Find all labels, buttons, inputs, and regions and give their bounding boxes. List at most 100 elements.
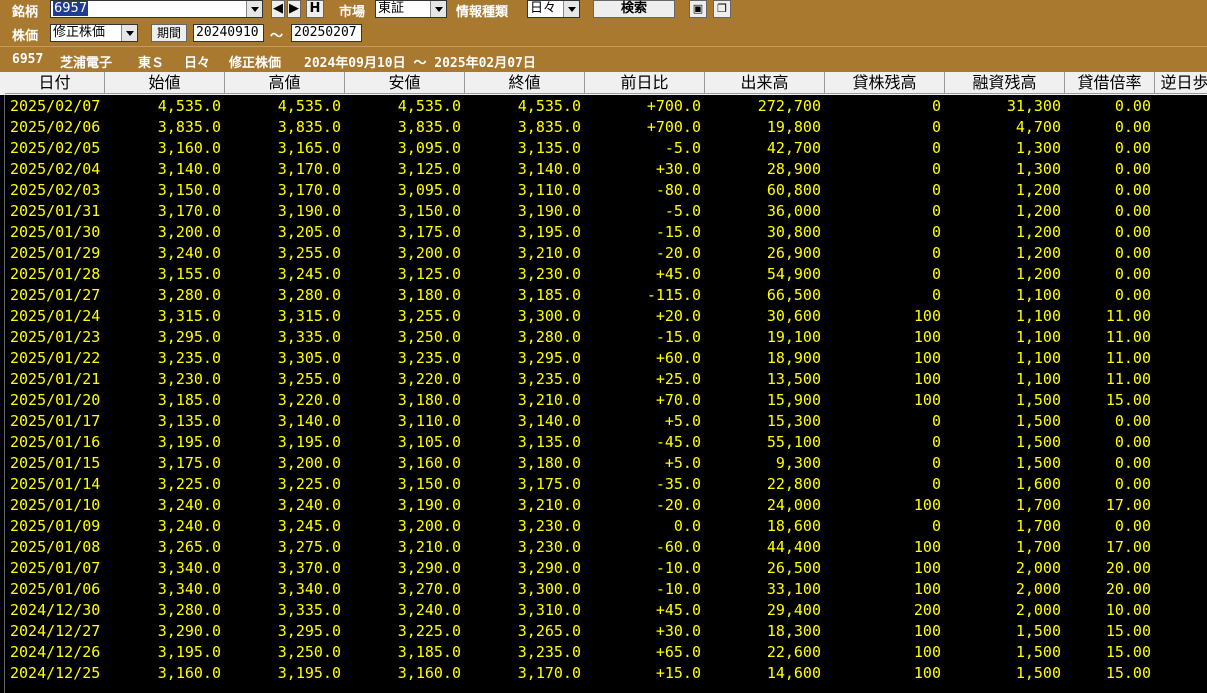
table-row[interactable]: 2025/01/09 3,240.0 3,245.0 3,200.0 3,230.0 0.… (0, 516, 1207, 537)
table-row[interactable]: 2025/02/06 3,835.0 3,835.0 3,835.0 3,835.0 +7… (0, 117, 1207, 138)
column-header-reverse-daily[interactable]: 逆日歩 (1155, 72, 1207, 94)
cell-open: 3,135.0 (157, 412, 221, 430)
cell-open: 3,290.0 (157, 622, 221, 640)
info-type-select[interactable]: 日々 (527, 0, 580, 18)
table-row[interactable]: 2025/02/03 3,150.0 3,170.0 3,095.0 3,110.0 -8… (0, 180, 1207, 201)
cell-open: 3,240.0 (157, 496, 221, 514)
chevron-down-icon[interactable] (430, 1, 446, 17)
cell-volume: 36,000 (766, 202, 821, 220)
table-row[interactable]: 2024/12/30 3,280.0 3,335.0 3,240.0 3,310.0 +4… (0, 600, 1207, 621)
cell-open: 3,155.0 (157, 265, 221, 283)
table-row[interactable]: 2025/01/16 3,195.0 3,195.0 3,105.0 3,135.0 -4… (0, 432, 1207, 453)
search-button[interactable]: 検索 (593, 0, 675, 18)
table-row[interactable]: 2025/01/07 3,340.0 3,370.0 3,290.0 3,290.0 -1… (0, 558, 1207, 579)
cell-lending-ratio: 15.00 (1105, 664, 1151, 682)
cell-lending-ratio: 11.00 (1105, 349, 1151, 367)
table-row[interactable]: 2024/12/26 3,195.0 3,250.0 3,185.0 3,235.0 +6… (0, 642, 1207, 663)
column-header-open[interactable]: 始値 (105, 72, 225, 94)
table-row[interactable]: 2025/01/31 3,170.0 3,190.0 3,150.0 3,190.0 -5… (0, 201, 1207, 222)
cell-date: 2025/01/07 (10, 559, 101, 577)
chevron-down-icon[interactable] (121, 25, 137, 41)
column-header-margin-balance[interactable]: 融資残高 (945, 72, 1065, 94)
column-header-lending-balance[interactable]: 貸株残高 (825, 72, 945, 94)
copy-button[interactable]: ❐ (713, 0, 731, 18)
column-header-date[interactable]: 日付 (5, 72, 105, 94)
table-row[interactable]: 2025/01/21 3,230.0 3,255.0 3,220.0 3,235.0 +2… (0, 369, 1207, 390)
cell-high: 3,370.0 (277, 559, 341, 577)
cell-volume: 30,800 (766, 223, 821, 241)
cell-close: 3,210.0 (517, 391, 581, 409)
cell-lending-balance: 100 (913, 643, 941, 661)
cell-high: 3,245.0 (277, 517, 341, 535)
table-row[interactable]: 2025/01/30 3,200.0 3,205.0 3,175.0 3,195.0 -1… (0, 222, 1207, 243)
table-row[interactable]: 2025/02/04 3,140.0 3,170.0 3,125.0 3,140.0 +3… (0, 159, 1207, 180)
cell-change: +65.0 (655, 643, 701, 661)
cell-volume: 18,900 (766, 349, 821, 367)
price-type-value: 修正株価 (53, 25, 106, 40)
column-header-lending-ratio[interactable]: 貸借倍率 (1065, 72, 1155, 94)
cell-lending-ratio: 15.00 (1105, 391, 1151, 409)
table-row[interactable]: 2025/01/27 3,280.0 3,280.0 3,180.0 3,185.0 -1… (0, 285, 1207, 306)
table-row[interactable]: 2025/02/05 3,160.0 3,165.0 3,095.0 3,135.0 -5… (0, 138, 1207, 159)
cell-low: 3,240.0 (397, 601, 461, 619)
column-header-close[interactable]: 終値 (465, 72, 585, 94)
price-type-select[interactable]: 修正株価 (50, 24, 138, 42)
cell-lending-balance: 0 (931, 223, 941, 241)
cell-lending-ratio: 17.00 (1105, 496, 1151, 514)
table-row[interactable]: 2024/12/25 3,160.0 3,195.0 3,160.0 3,170.0 +1… (0, 663, 1207, 684)
cell-open: 3,280.0 (157, 601, 221, 619)
chevron-down-icon[interactable] (246, 1, 262, 17)
cell-low: 3,175.0 (397, 223, 461, 241)
table-row[interactable]: 2025/01/10 3,240.0 3,240.0 3,190.0 3,210.0 -2… (0, 495, 1207, 516)
cell-lending-ratio: 0.00 (1114, 118, 1151, 136)
cell-low: 3,200.0 (397, 517, 461, 535)
next-symbol-button[interactable]: ▶ (287, 0, 301, 18)
cell-change: -35.0 (655, 475, 701, 493)
column-header-volume[interactable]: 出来高 (705, 72, 825, 94)
cell-high: 3,335.0 (277, 328, 341, 346)
symbol-select[interactable]: 6957 (50, 0, 263, 18)
cell-volume: 33,100 (766, 580, 821, 598)
save-button[interactable]: ▣ (689, 0, 707, 18)
h-button[interactable]: H (306, 0, 324, 18)
period-to-field[interactable]: 20250207 (291, 24, 362, 42)
cell-low: 3,235.0 (397, 349, 461, 367)
table-row[interactable]: 2025/01/29 3,240.0 3,255.0 3,200.0 3,210.0 -2… (0, 243, 1207, 264)
period-button[interactable]: 期間 (151, 24, 187, 42)
cell-close: 3,185.0 (517, 286, 581, 304)
table-row[interactable]: 2025/01/24 3,315.0 3,315.0 3,255.0 3,300.0 +2… (0, 306, 1207, 327)
table-row[interactable]: 2025/01/14 3,225.0 3,225.0 3,150.0 3,175.0 -3… (0, 474, 1207, 495)
table-row[interactable]: 2025/01/22 3,235.0 3,305.0 3,235.0 3,295.0 +6… (0, 348, 1207, 369)
column-header-low[interactable]: 安値 (345, 72, 465, 94)
cell-lending-balance: 100 (913, 307, 941, 325)
cell-margin-balance: 1,500 (1015, 622, 1061, 640)
table-row[interactable]: 2024/12/27 3,290.0 3,295.0 3,225.0 3,265.0 +3… (0, 621, 1207, 642)
chevron-down-icon[interactable] (563, 1, 579, 17)
table-row[interactable]: 2025/01/20 3,185.0 3,220.0 3,180.0 3,210.0 +7… (0, 390, 1207, 411)
table-row[interactable]: 2025/01/06 3,340.0 3,340.0 3,270.0 3,300.0 -1… (0, 579, 1207, 600)
period-from-field[interactable]: 20240910 (193, 24, 264, 42)
prev-symbol-button[interactable]: ◀ (271, 0, 285, 18)
table-row[interactable]: 2025/01/15 3,175.0 3,200.0 3,160.0 3,180.0 +5… (0, 453, 1207, 474)
price-table[interactable]: 日付 始値 高値 安値 終値 前日比 出来高 貸株残高 融資残高 貸借倍率 逆日歩 2025/02/… (0, 72, 1207, 693)
cell-lending-ratio: 0.00 (1114, 475, 1151, 493)
cell-date: 2025/01/10 (10, 496, 101, 514)
cell-change: -115.0 (646, 286, 701, 304)
table-row[interactable]: 2025/01/08 3,265.0 3,275.0 3,210.0 3,230.0 -6… (0, 537, 1207, 558)
cell-high: 3,220.0 (277, 391, 341, 409)
market-select[interactable]: 東証 (375, 0, 447, 18)
cell-close: 3,195.0 (517, 223, 581, 241)
table-row[interactable]: 2025/01/23 3,295.0 3,335.0 3,250.0 3,280.0 -1… (0, 327, 1207, 348)
cell-low: 3,150.0 (397, 475, 461, 493)
period-tilde: 〜 (270, 29, 284, 44)
column-header-change[interactable]: 前日比 (585, 72, 705, 94)
table-row[interactable]: 2025/02/07 4,535.0 4,535.0 4,535.0 4,535.0 +7… (0, 96, 1207, 117)
table-row[interactable]: 2025/01/17 3,135.0 3,140.0 3,110.0 3,140.0 +5… (0, 411, 1207, 432)
table-row[interactable]: 2025/01/28 3,155.0 3,245.0 3,125.0 3,230.0 +4… (0, 264, 1207, 285)
cell-margin-balance: 2,000 (1015, 559, 1061, 577)
column-header-high[interactable]: 高値 (225, 72, 345, 94)
cell-volume: 22,600 (766, 643, 821, 661)
cell-open: 3,280.0 (157, 286, 221, 304)
cell-high: 3,315.0 (277, 307, 341, 325)
cell-high: 3,250.0 (277, 643, 341, 661)
